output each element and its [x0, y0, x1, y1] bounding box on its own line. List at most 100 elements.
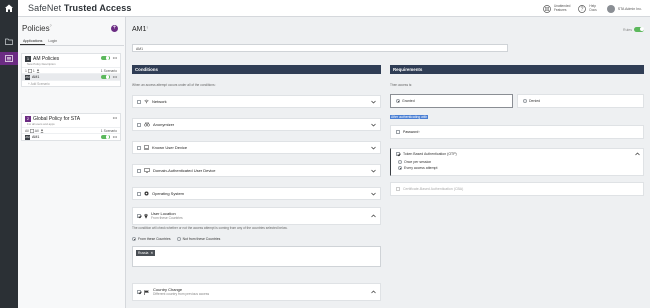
rule-title-text: AM1	[132, 26, 147, 33]
country-chip-label: Russia	[138, 251, 149, 255]
condition-subtitle: From these Countries	[151, 216, 183, 220]
users-icon	[39, 128, 44, 133]
cba-label: Certificate-Based Authentication (CBA)	[403, 187, 464, 191]
radio-denied[interactable]	[523, 99, 527, 103]
add-policy-button[interactable]: +	[111, 25, 118, 32]
cba-row: Certificate-Based Authentication (CBA)	[396, 187, 463, 191]
condition-name: Operating System	[152, 191, 185, 196]
anonymizer-icon	[144, 122, 150, 127]
rule-row-am1[interactable]: AM AM1 •••	[22, 133, 120, 140]
chevron-down-icon[interactable]	[371, 192, 376, 196]
rule-row-am1[interactable]: AM AM1 •••	[22, 73, 120, 80]
policy-card[interactable]: 1 AM Policies New Policy Description •••…	[21, 53, 121, 87]
policy-description: For all users and apps	[27, 122, 55, 126]
policy-toggle[interactable]	[100, 56, 110, 60]
cba-checkbox[interactable]	[396, 187, 400, 191]
user-menu[interactable]: STA Admin Inc.	[606, 4, 642, 13]
access-granted-label: Granted	[396, 99, 415, 103]
condition-user-location[interactable]: User Location From these Countries	[132, 207, 381, 225]
chevron-down-icon[interactable]	[371, 123, 376, 127]
policy-header[interactable]: 1 AM Policies New Policy Description •••	[22, 54, 120, 67]
condition-name: Anonymizer	[153, 122, 175, 127]
conditions-header: Conditions	[132, 65, 381, 74]
home-button[interactable]	[0, 0, 18, 17]
more-icon[interactable]: •••	[113, 75, 117, 79]
app-title-prefix: SafeNet	[28, 3, 62, 13]
more-icon[interactable]: •••	[113, 56, 117, 60]
chevron-up-icon[interactable]	[371, 290, 376, 294]
condition-checkbox[interactable]	[137, 145, 141, 150]
tab-applications[interactable]: Applications	[20, 38, 46, 45]
radio-not-from-countries[interactable]	[176, 237, 181, 241]
condition-anonymizer[interactable]: Anonymizer	[132, 118, 381, 131]
more-icon[interactable]: •••	[113, 116, 117, 120]
every-access-label: Every access attempt	[404, 166, 438, 170]
rule-help-icon[interactable]: ?	[146, 26, 148, 30]
radio-once-per-session[interactable]	[398, 160, 402, 164]
policies-panel: Policies? + Applications Login 1 AM Poli…	[18, 17, 126, 308]
network-icon	[144, 99, 149, 104]
radio-from-countries[interactable]	[132, 237, 136, 241]
rule-enabled-toggle[interactable]	[634, 27, 644, 32]
unattended-features-button[interactable]: Unattended Features	[543, 4, 570, 13]
chevron-down-icon[interactable]	[371, 146, 376, 150]
rail-item-folder[interactable]	[0, 35, 18, 48]
policy-header[interactable]: 2 Global Policy for STA For all users an…	[22, 114, 120, 127]
condition-name: Domain-Authenticated User Device	[153, 168, 216, 173]
granted-label: Granted	[402, 99, 415, 103]
rule-icon: AM	[25, 134, 30, 140]
password-option[interactable]	[390, 125, 644, 139]
rail-item-policies[interactable]	[0, 52, 18, 65]
chevron-down-icon[interactable]	[371, 169, 376, 173]
chevron-up-icon[interactable]	[635, 152, 640, 156]
condition-checkbox[interactable]	[137, 99, 141, 104]
policies-title-text: Policies	[22, 24, 50, 33]
condition-operating-system[interactable]: Operating System	[132, 187, 381, 200]
condition-checkbox[interactable]	[137, 122, 141, 127]
os-icon	[144, 191, 149, 196]
condition-checkbox-checked[interactable]	[137, 290, 141, 294]
unattended-label-2: Features	[553, 7, 567, 12]
radio-granted[interactable]	[396, 99, 400, 103]
location-icon	[144, 213, 148, 219]
condition-checkbox[interactable]	[137, 191, 141, 196]
condition-checkbox[interactable]	[137, 168, 141, 173]
policies-help-icon[interactable]: ?	[50, 24, 52, 28]
once-per-session-label: Once per session	[404, 160, 432, 164]
condition-country-change[interactable]: Country Change Different country from pr…	[132, 283, 381, 301]
denied-label: Denied	[529, 99, 541, 103]
location-note: The condition will check whether or not …	[132, 226, 288, 230]
svg-text:?: ?	[581, 6, 584, 12]
requirements-note: Then access is:	[390, 83, 413, 87]
password-checkbox[interactable]	[396, 130, 400, 134]
grid-icon	[543, 4, 551, 13]
chevron-up-icon[interactable]	[371, 214, 376, 218]
help-docs-button[interactable]: ? Help Docs	[578, 4, 597, 13]
policy-card[interactable]: 2 Global Policy for STA For all users an…	[21, 113, 121, 141]
token-checkbox[interactable]	[396, 152, 400, 156]
policies-title: Policies?	[22, 24, 52, 33]
condition-network[interactable]: Network	[132, 95, 381, 108]
rule-name-field[interactable]: AM1	[132, 44, 508, 52]
access-denied-label: Denied	[523, 99, 540, 103]
password-help-icon[interactable]: ?	[418, 131, 419, 134]
rule-toggle[interactable]	[100, 75, 110, 79]
rule-toggle[interactable]	[100, 135, 110, 139]
monitor-icon	[144, 168, 150, 173]
condition-known-user-device[interactable]: Known User Device	[132, 141, 381, 154]
policies-icon	[5, 55, 13, 62]
rule-icon: AM	[25, 74, 30, 80]
policy-users-all: All	[34, 128, 39, 133]
remove-chip-icon[interactable]: ✕	[150, 250, 153, 256]
radio-every-access[interactable]	[398, 166, 402, 170]
condition-checkbox-checked[interactable]	[137, 214, 141, 218]
add-scenario-link[interactable]: + Add Scenario	[22, 80, 120, 86]
tab-login[interactable]: Login	[45, 38, 60, 45]
country-select[interactable]: Russia ✕	[132, 246, 381, 267]
country-chip: Russia ✕	[136, 250, 156, 256]
policy-apps-all: All	[25, 128, 29, 133]
more-icon[interactable]: •••	[113, 135, 117, 139]
chevron-down-icon[interactable]	[371, 100, 376, 104]
policy-scenario-count: 1 Scenario	[100, 128, 117, 133]
condition-domain-authenticated-device[interactable]: Domain-Authenticated User Device	[132, 164, 381, 177]
